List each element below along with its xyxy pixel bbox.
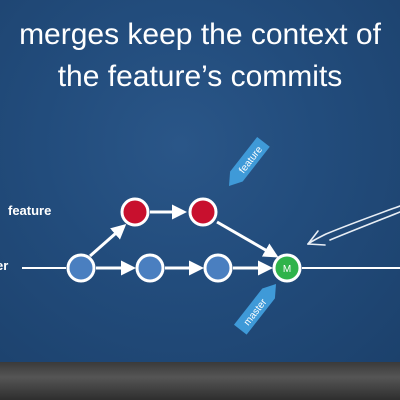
- feature-tag: feature: [229, 136, 270, 186]
- merge-commit-label: M: [283, 264, 291, 275]
- master-commit-2: [135, 253, 165, 283]
- feature-commit-2: [188, 197, 218, 227]
- edge-master1-feature1: [89, 224, 127, 258]
- master-commit-1: [66, 253, 96, 283]
- feature-commit-1: [120, 197, 150, 227]
- commit-graph: M feature master: [22, 136, 400, 335]
- edge-feature2-merge: [216, 220, 279, 258]
- master-tag: master: [233, 284, 276, 335]
- bottom-photo-strip: [0, 362, 400, 400]
- annotation-arrow: [307, 205, 400, 246]
- master-commit-3: [203, 253, 233, 283]
